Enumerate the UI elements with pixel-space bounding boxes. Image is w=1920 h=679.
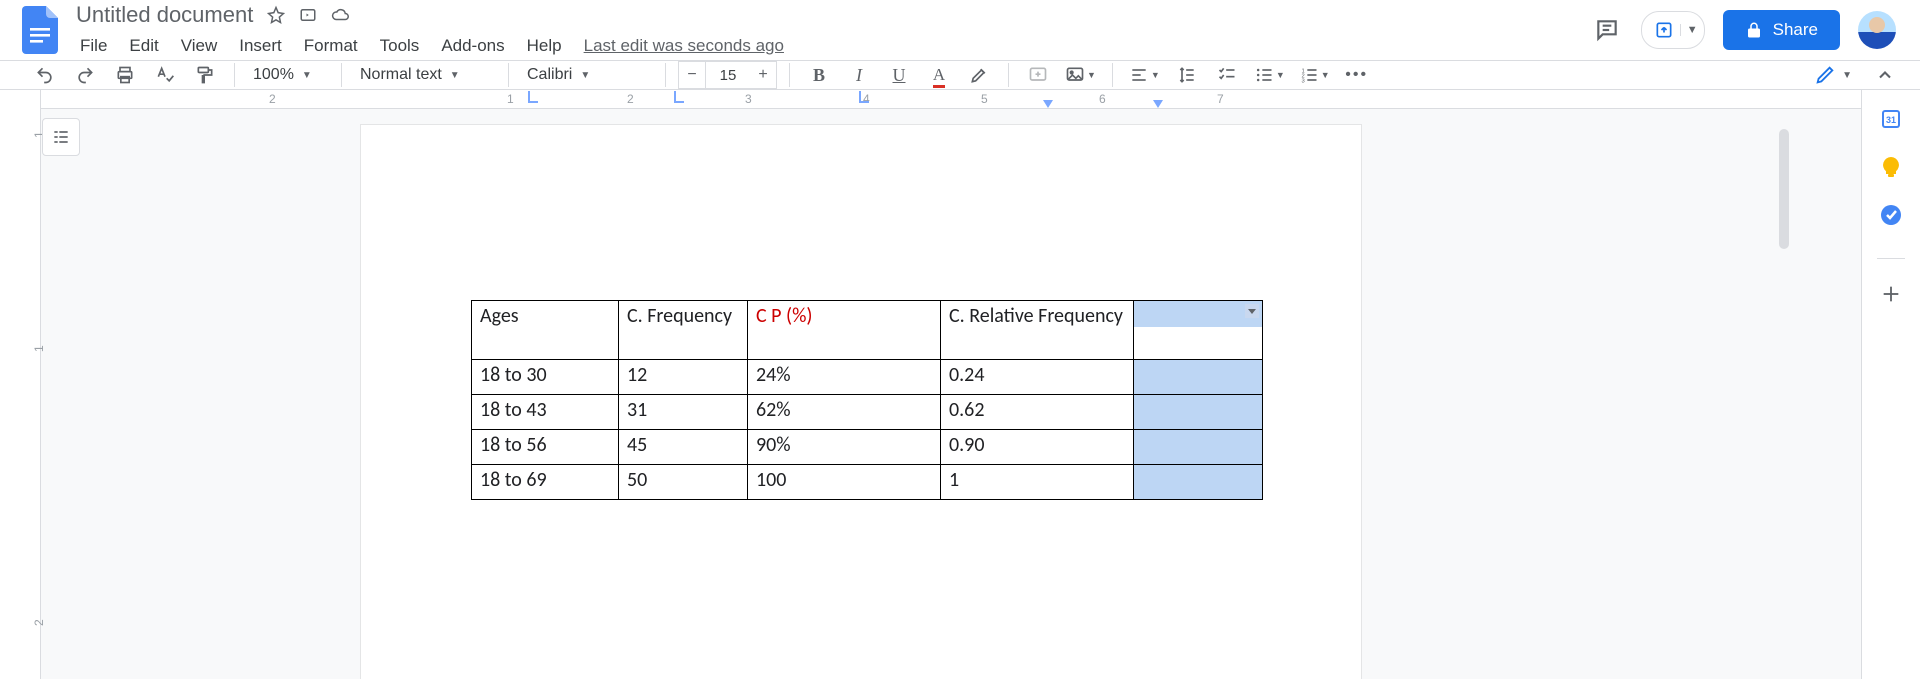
right-indent-marker[interactable]: [1153, 100, 1163, 108]
google-docs-window: Untitled document File Edit View Insert …: [0, 0, 1920, 679]
collapse-toolbar-button[interactable]: [1868, 61, 1902, 89]
menu-bar: File Edit View Insert Format Tools Add-o…: [70, 32, 1591, 60]
th-cfreq[interactable]: C. Frequency: [619, 301, 748, 360]
doc-area: 2 1 2 3 4 5 6 7: [41, 90, 1861, 679]
paint-format-button[interactable]: [188, 61, 222, 89]
document-page[interactable]: Ages C. Frequency C P (%) C. Relative Fr…: [361, 125, 1361, 679]
menu-tools[interactable]: Tools: [370, 32, 430, 60]
insert-image-button[interactable]: ▼: [1061, 61, 1100, 89]
chevron-down-icon: ▼: [450, 70, 460, 81]
title-area: Untitled document File Edit View Insert …: [70, 0, 1591, 60]
table-row: 18 to 43 31 62% 0.62: [472, 395, 1263, 430]
menu-help[interactable]: Help: [517, 32, 572, 60]
line-spacing-button[interactable]: [1170, 61, 1204, 89]
title-bar: Untitled document File Edit View Insert …: [0, 0, 1920, 60]
table-row: 18 to 30 12 24% 0.24: [472, 360, 1263, 395]
share-button[interactable]: Share: [1723, 10, 1840, 50]
editor-body: 1 1 2 2 1 2 3 4 5 6 7: [0, 90, 1920, 679]
bulleted-list-button[interactable]: ▼: [1250, 61, 1289, 89]
paragraph-style-dropdown[interactable]: Normal text▼: [354, 66, 496, 84]
font-dropdown[interactable]: Calibri▼: [521, 66, 653, 84]
th-crf[interactable]: C. Relative Frequency: [941, 301, 1134, 360]
move-icon[interactable]: [299, 6, 317, 24]
side-panel: 31: [1861, 90, 1920, 679]
italic-button[interactable]: I: [842, 61, 876, 89]
th-cp[interactable]: C P (%): [748, 301, 941, 360]
editing-mode-button[interactable]: ▼: [1814, 64, 1852, 86]
horizontal-ruler[interactable]: 2 1 2 3 4 5 6 7: [41, 90, 1861, 109]
tab-stop-marker[interactable]: [528, 91, 538, 103]
more-button[interactable]: •••: [1340, 61, 1374, 89]
first-line-indent-marker[interactable]: [1043, 100, 1053, 108]
tab-stop-marker[interactable]: [859, 91, 869, 103]
keep-addon-icon[interactable]: [1878, 154, 1904, 180]
freq-table[interactable]: Ages C. Frequency C P (%) C. Relative Fr…: [471, 300, 1263, 500]
chevron-down-icon: ▼: [580, 70, 590, 81]
toolbar: 100%▼ Normal text▼ Calibri▼ − 15 + B I U…: [0, 60, 1920, 90]
insert-link-button[interactable]: [1021, 61, 1055, 89]
tasks-addon-icon[interactable]: [1878, 202, 1904, 228]
chevron-down-icon: ▼: [302, 70, 312, 81]
numbered-list-button[interactable]: 123▼: [1295, 61, 1334, 89]
font-size-decrease[interactable]: −: [678, 61, 706, 89]
vertical-ruler[interactable]: 1 1 2: [0, 90, 41, 679]
spellcheck-button[interactable]: [148, 61, 182, 89]
docs-logo-icon[interactable]: [20, 10, 60, 50]
menu-addons[interactable]: Add-ons: [431, 32, 514, 60]
svg-text:31: 31: [1886, 115, 1896, 125]
chevron-down-icon: ▼: [1842, 70, 1852, 81]
table-row: Ages C. Frequency C P (%) C. Relative Fr…: [472, 301, 1263, 360]
document-canvas[interactable]: Ages C. Frequency C P (%) C. Relative Fr…: [41, 109, 1861, 679]
title-row: Untitled document: [70, 0, 1591, 30]
title-icons: [267, 6, 349, 24]
open-comments-button[interactable]: [1591, 14, 1623, 46]
lock-icon: [1745, 21, 1763, 39]
scrollbar-thumb[interactable]: [1779, 129, 1789, 249]
document-title[interactable]: Untitled document: [70, 0, 259, 30]
calendar-addon-icon[interactable]: 31: [1878, 106, 1904, 132]
font-size-stepper: − 15 +: [678, 61, 777, 89]
star-icon[interactable]: [267, 6, 285, 24]
menu-edit[interactable]: Edit: [119, 32, 168, 60]
menu-insert[interactable]: Insert: [229, 32, 292, 60]
toolbar-right: ▼: [1814, 61, 1902, 89]
present-chevron-icon: ▼: [1680, 24, 1698, 36]
title-right: ▼ Share: [1591, 10, 1920, 50]
menu-format[interactable]: Format: [294, 32, 368, 60]
text-color-button[interactable]: A: [922, 61, 956, 89]
tab-stop-marker[interactable]: [674, 91, 684, 103]
highlight-button[interactable]: [962, 61, 996, 89]
menu-view[interactable]: View: [171, 32, 228, 60]
present-button[interactable]: ▼: [1641, 11, 1705, 49]
last-edit-link[interactable]: Last edit was seconds ago: [584, 36, 784, 56]
font-size-increase[interactable]: +: [750, 61, 777, 89]
redo-button[interactable]: [68, 61, 102, 89]
table-row: 18 to 69 50 100 1: [472, 465, 1263, 500]
cloud-status-icon[interactable]: [331, 6, 349, 24]
account-avatar[interactable]: [1858, 11, 1896, 49]
table-row: 18 to 56 45 90% 0.90: [472, 430, 1263, 465]
align-button[interactable]: ▼: [1125, 61, 1164, 89]
vertical-scrollbar[interactable]: [1777, 129, 1789, 679]
th-extra[interactable]: [1134, 301, 1263, 360]
zoom-dropdown[interactable]: 100%▼: [247, 66, 329, 84]
cell-options-button[interactable]: [1245, 304, 1259, 318]
print-button[interactable]: [108, 61, 142, 89]
svg-text:3: 3: [1301, 79, 1304, 85]
add-addon-button[interactable]: [1878, 281, 1904, 307]
bold-button[interactable]: B: [802, 61, 836, 89]
font-size-value[interactable]: 15: [706, 61, 750, 89]
menu-file[interactable]: File: [70, 32, 117, 60]
undo-button[interactable]: [28, 61, 62, 89]
share-label: Share: [1773, 20, 1818, 40]
checklist-button[interactable]: [1210, 61, 1244, 89]
underline-button[interactable]: U: [882, 61, 916, 89]
th-ages[interactable]: Ages: [472, 301, 619, 360]
